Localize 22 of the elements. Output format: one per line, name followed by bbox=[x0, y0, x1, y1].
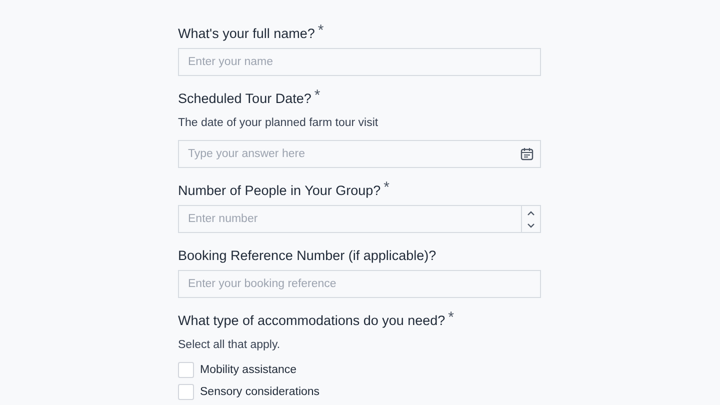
checkbox[interactable] bbox=[178, 384, 194, 400]
increment-icon[interactable] bbox=[526, 210, 536, 216]
required-mark: * bbox=[384, 181, 390, 195]
text-field[interactable]: Enter your name bbox=[178, 48, 541, 76]
question-description: Select all that apply. bbox=[178, 338, 280, 353]
question-description: The date of your planned farm tour visit bbox=[178, 116, 378, 131]
required-mark: * bbox=[448, 311, 454, 325]
number-field[interactable]: Enter number bbox=[178, 205, 541, 233]
calendar-icon[interactable] bbox=[520, 147, 534, 161]
option-label: Mobility assistance bbox=[200, 363, 297, 378]
required-mark: * bbox=[314, 89, 320, 103]
required-mark: * bbox=[318, 24, 324, 38]
text-field[interactable]: Enter your booking reference bbox=[178, 270, 541, 298]
question-label: What type of accommodations do you need? bbox=[178, 312, 446, 330]
question-label: Booking Reference Number (if applicable)? bbox=[178, 247, 436, 265]
decrement-icon[interactable] bbox=[526, 222, 536, 228]
checkbox[interactable] bbox=[178, 362, 194, 378]
question-label: Number of People in Your Group? bbox=[178, 182, 381, 200]
question-label: What's your full name? bbox=[178, 25, 315, 43]
date-field[interactable]: Type your answer here bbox=[178, 140, 541, 168]
question-label: Scheduled Tour Date? bbox=[178, 90, 312, 108]
option-label: Sensory considerations bbox=[200, 385, 320, 400]
